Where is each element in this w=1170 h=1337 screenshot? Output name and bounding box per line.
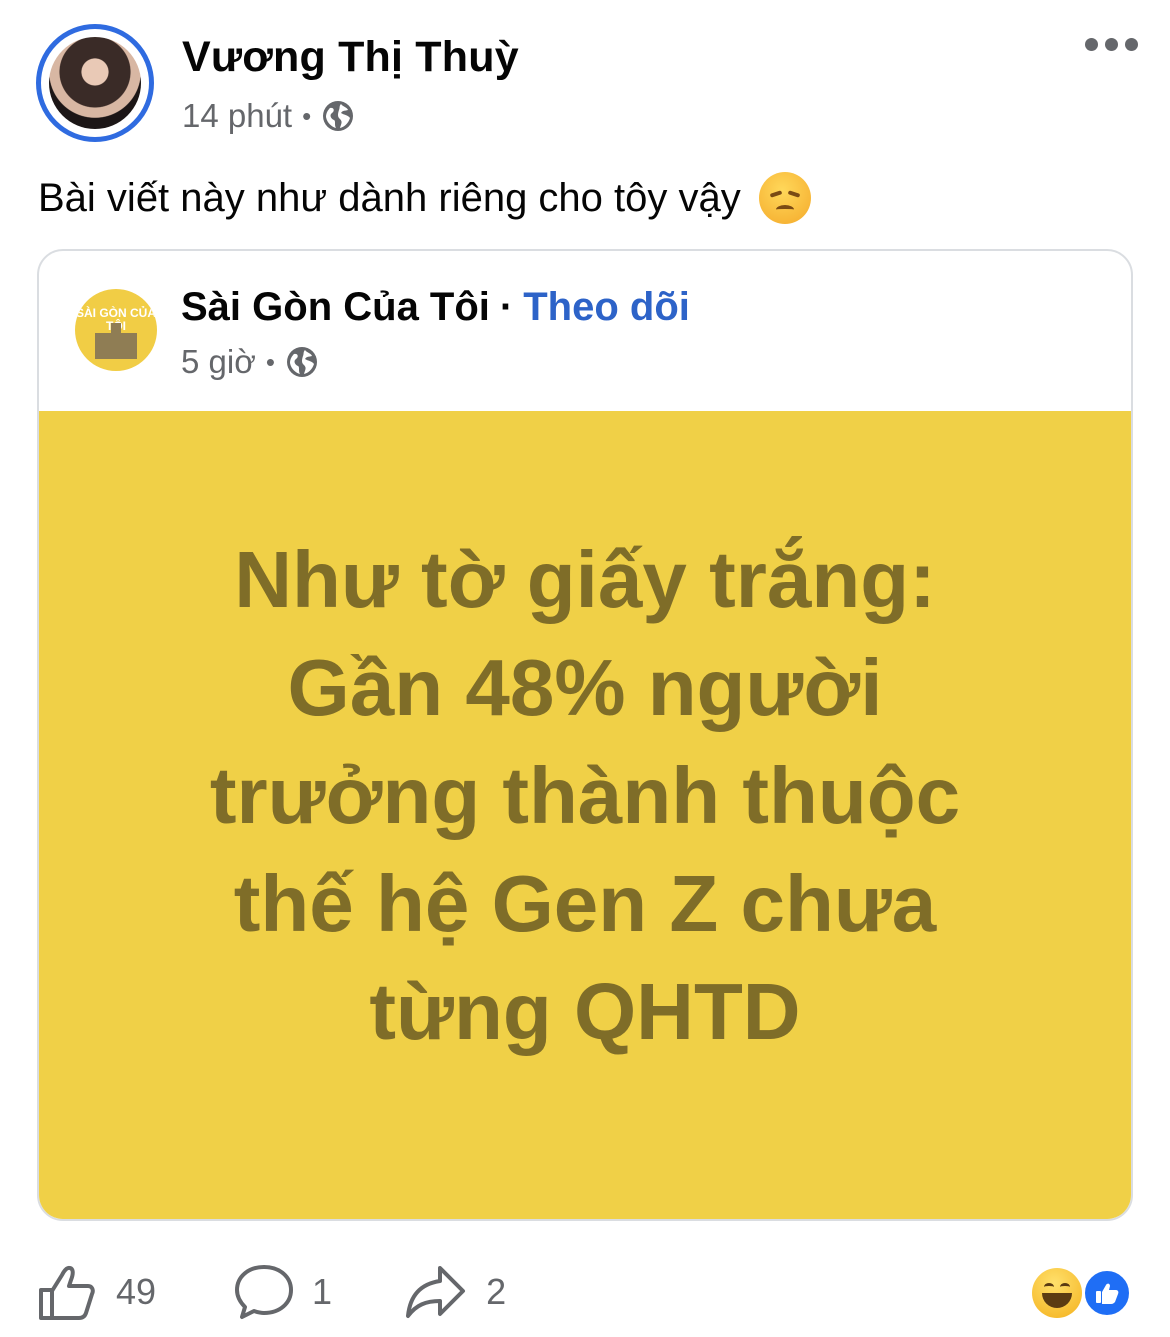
share-count: 2 bbox=[486, 1271, 507, 1312]
globe-icon bbox=[323, 101, 354, 131]
disappointed-face-emoji bbox=[758, 172, 811, 224]
logo-building bbox=[95, 333, 137, 359]
more-dot bbox=[1125, 38, 1138, 51]
comment-bubble-icon bbox=[235, 1265, 294, 1319]
poster-line: trưởng thành thuộc bbox=[209, 751, 961, 840]
shared-post-meta: 5 giờ • bbox=[181, 343, 319, 381]
like-button[interactable]: 49 bbox=[38, 1263, 156, 1321]
post-action-bar: 49 1 2 bbox=[38, 1262, 506, 1322]
name-separator: · bbox=[499, 285, 514, 329]
share-arrow-icon bbox=[406, 1266, 466, 1318]
like-count: 49 bbox=[116, 1271, 157, 1312]
poster-line: Gần 48% người bbox=[287, 643, 883, 732]
shared-post-card[interactable]: SÀI GÒN CỦA TÔI Sài Gòn Của Tôi · Theo d… bbox=[37, 249, 1133, 1221]
page-name[interactable]: Sài Gòn Của Tôi bbox=[181, 285, 490, 330]
avatar-photo bbox=[49, 37, 141, 129]
like-reaction-icon bbox=[1082, 1268, 1132, 1318]
page-logo[interactable]: SÀI GÒN CỦA TÔI bbox=[75, 289, 157, 371]
post-caption: Bài viết này như dành riêng cho tôy vậy bbox=[38, 172, 811, 224]
comment-count: 1 bbox=[312, 1271, 333, 1312]
poster-line: Như tờ giấy trắng: bbox=[234, 535, 936, 624]
share-button[interactable]: 2 bbox=[404, 1263, 506, 1321]
post-meta: 14 phút • bbox=[182, 97, 355, 135]
follow-button[interactable]: Theo dõi bbox=[523, 285, 690, 330]
reaction-summary[interactable] bbox=[1032, 1268, 1136, 1320]
author-name[interactable]: Vương Thị Thuỳ bbox=[182, 33, 519, 82]
text-poster[interactable]: Như tờ giấy trắng: Gần 48% người trưởng … bbox=[39, 411, 1131, 1219]
caption-text: Bài viết này như dành riêng cho tôy vậy bbox=[38, 175, 741, 220]
thumbs-up-icon bbox=[1096, 1283, 1119, 1304]
more-horizontal-icon[interactable] bbox=[1085, 38, 1138, 51]
poster-line: từng QHTD bbox=[369, 967, 801, 1056]
shared-post-time[interactable]: 5 giờ bbox=[181, 343, 256, 381]
poster-text: Như tờ giấy trắng: Gần 48% người trưởng … bbox=[135, 526, 1035, 1066]
author-avatar[interactable] bbox=[36, 24, 154, 142]
more-dot bbox=[1105, 38, 1118, 51]
shared-page-header: Sài Gòn Của Tôi · Theo dõi bbox=[181, 285, 690, 330]
comment-button[interactable]: 1 bbox=[234, 1263, 332, 1321]
more-dot bbox=[1085, 38, 1098, 51]
thumbs-up-icon bbox=[39, 1265, 95, 1320]
haha-reaction-icon bbox=[1032, 1268, 1082, 1318]
globe-icon bbox=[286, 347, 317, 377]
post-time[interactable]: 14 phút bbox=[182, 97, 292, 135]
meta-separator: • bbox=[265, 346, 275, 377]
meta-separator: • bbox=[302, 100, 312, 131]
poster-line: thế hệ Gen Z chưa bbox=[233, 859, 937, 948]
